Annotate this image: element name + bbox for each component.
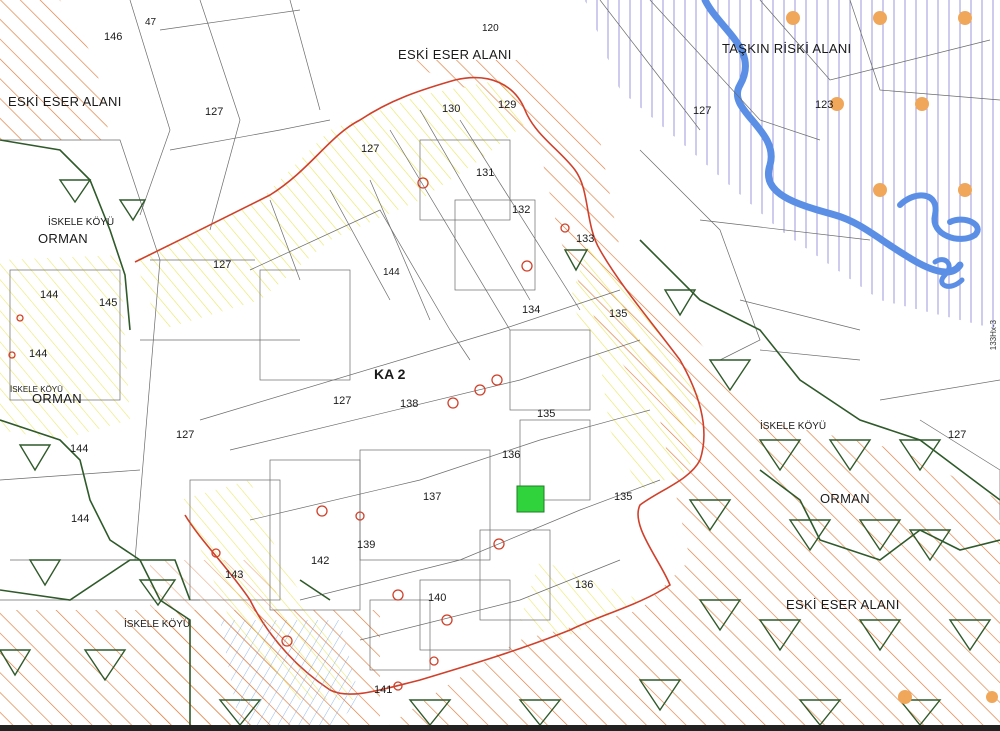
block-label[interactable]: 136	[502, 450, 520, 461]
label-iskele-koyu-1: İSKELE KÖYÜ	[48, 217, 115, 228]
block-label[interactable]: 129	[498, 100, 516, 111]
label-iskele-koyu-3: İSKELE KÖYÜ	[760, 421, 827, 432]
block-label[interactable]: 130	[442, 104, 460, 115]
block-label[interactable]: 139	[357, 540, 375, 551]
bottom-border	[0, 725, 1000, 731]
highlighted-parcel[interactable]	[516, 485, 545, 513]
block-label[interactable]: 144	[40, 290, 58, 301]
block-label[interactable]: 135	[609, 309, 627, 320]
label-iskele-koyu-4: İSKELE KÖYÜ	[124, 619, 191, 630]
label-orman-3: ORMAN	[820, 491, 870, 506]
block-label[interactable]: 134	[522, 305, 540, 316]
block-label[interactable]: 141	[374, 685, 392, 696]
label-eski-eser-1: ESKİ ESER ALANI	[398, 47, 512, 62]
label-orman-1: ORMAN	[38, 231, 88, 246]
block-label[interactable]: 123	[815, 100, 833, 111]
block-label[interactable]: 127	[693, 106, 711, 117]
block-label[interactable]: 137	[423, 492, 441, 503]
block-label[interactable]: 146	[104, 32, 122, 43]
block-label[interactable]: 135	[537, 409, 555, 420]
block-label[interactable]: 136	[575, 580, 593, 591]
block-label[interactable]: 133	[576, 234, 594, 245]
block-label[interactable]: 132	[512, 205, 530, 216]
block-label[interactable]: 127	[333, 396, 351, 407]
block-label[interactable]: 47	[145, 18, 156, 28]
block-label[interactable]: 144	[29, 349, 47, 360]
block-label[interactable]: 144	[71, 514, 89, 525]
block-label[interactable]: 127	[361, 144, 379, 155]
zone-label: KA 2	[374, 366, 406, 382]
block-label[interactable]: 131	[476, 168, 494, 179]
block-label[interactable]: 120	[482, 24, 499, 34]
block-label[interactable]: 144	[383, 268, 400, 278]
sheet-code: 133Hx-3	[989, 320, 998, 351]
block-label[interactable]: 127	[176, 430, 194, 441]
label-orman-2: ORMAN	[32, 391, 82, 406]
block-label[interactable]: 127	[948, 430, 966, 441]
block-label[interactable]: 127	[205, 107, 223, 118]
block-label[interactable]: 144	[70, 444, 88, 455]
block-label[interactable]: 138	[400, 399, 418, 410]
label-taskin-riski: TAŞKIN RİSKİ ALANI	[722, 41, 852, 56]
block-label[interactable]: 142	[311, 556, 329, 567]
label-eski-eser-3: ESKİ ESER ALANI	[786, 597, 900, 612]
block-label[interactable]: 140	[428, 593, 446, 604]
block-label[interactable]: 143	[225, 570, 243, 581]
label-eski-eser-2: ESKİ ESER ALANI	[8, 94, 122, 109]
block-label[interactable]: 145	[99, 298, 117, 309]
block-label[interactable]: 135	[614, 492, 632, 503]
block-label[interactable]: 127	[213, 260, 231, 271]
